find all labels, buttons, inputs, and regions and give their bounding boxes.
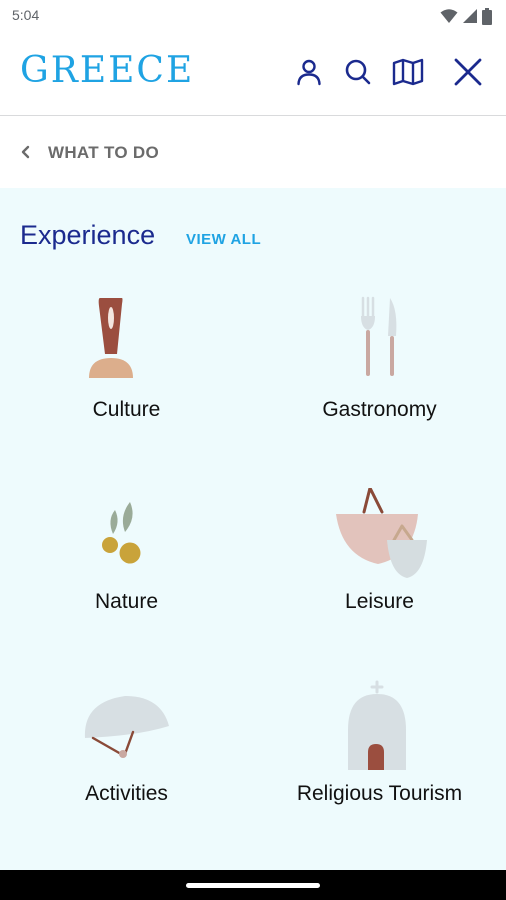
search-button[interactable] <box>340 54 376 90</box>
category-religious-tourism[interactable]: Religious Tourism <box>253 680 506 860</box>
system-nav-bar <box>0 870 506 900</box>
category-culture[interactable]: Culture <box>0 296 253 476</box>
helmet-icon <box>77 680 177 780</box>
wifi-icon <box>440 9 458 23</box>
culture-icon <box>77 296 177 396</box>
category-leisure[interactable]: Leisure <box>253 488 506 668</box>
category-label: Culture <box>92 398 161 421</box>
map-icon <box>392 58 424 86</box>
category-label: Nature <box>94 590 159 613</box>
map-button[interactable] <box>390 54 426 90</box>
chevron-left-icon <box>21 145 30 159</box>
category-activities[interactable]: Activities <box>0 680 253 860</box>
bags-icon <box>330 488 430 588</box>
signal-icon <box>463 9 477 23</box>
profile-icon <box>297 59 321 86</box>
category-label: Religious Tourism <box>296 782 463 805</box>
home-indicator[interactable] <box>186 883 320 888</box>
profile-button[interactable] <box>291 54 327 90</box>
back-button[interactable] <box>14 140 38 164</box>
status-bar: 5:04 <box>0 0 506 32</box>
section-title: Experience <box>20 220 156 250</box>
greece-logo[interactable]: GREECE <box>20 50 194 91</box>
battery-icon <box>482 7 492 25</box>
category-gastronomy[interactable]: Gastronomy <box>253 296 506 476</box>
close-button[interactable] <box>450 54 486 90</box>
category-label: Gastronomy <box>322 398 437 421</box>
olive-icon <box>77 488 177 588</box>
status-icons <box>440 7 492 25</box>
breadcrumb: WHAT TO DO <box>0 116 506 188</box>
category-nature[interactable]: Nature <box>0 488 253 668</box>
cutlery-icon <box>330 296 430 396</box>
breadcrumb-label[interactable]: WHAT TO DO <box>48 143 159 163</box>
search-icon <box>345 59 371 85</box>
category-label: Activities <box>85 782 168 805</box>
view-all-link[interactable]: VIEW ALL <box>186 231 261 248</box>
category-label: Leisure <box>345 590 414 613</box>
status-time: 5:04 <box>12 7 40 23</box>
close-icon <box>454 58 482 86</box>
app-header: GREECE <box>0 32 506 116</box>
chapel-icon <box>330 680 430 780</box>
experience-section: Experience VIEW ALL Culture Gastronomy N… <box>0 188 506 870</box>
